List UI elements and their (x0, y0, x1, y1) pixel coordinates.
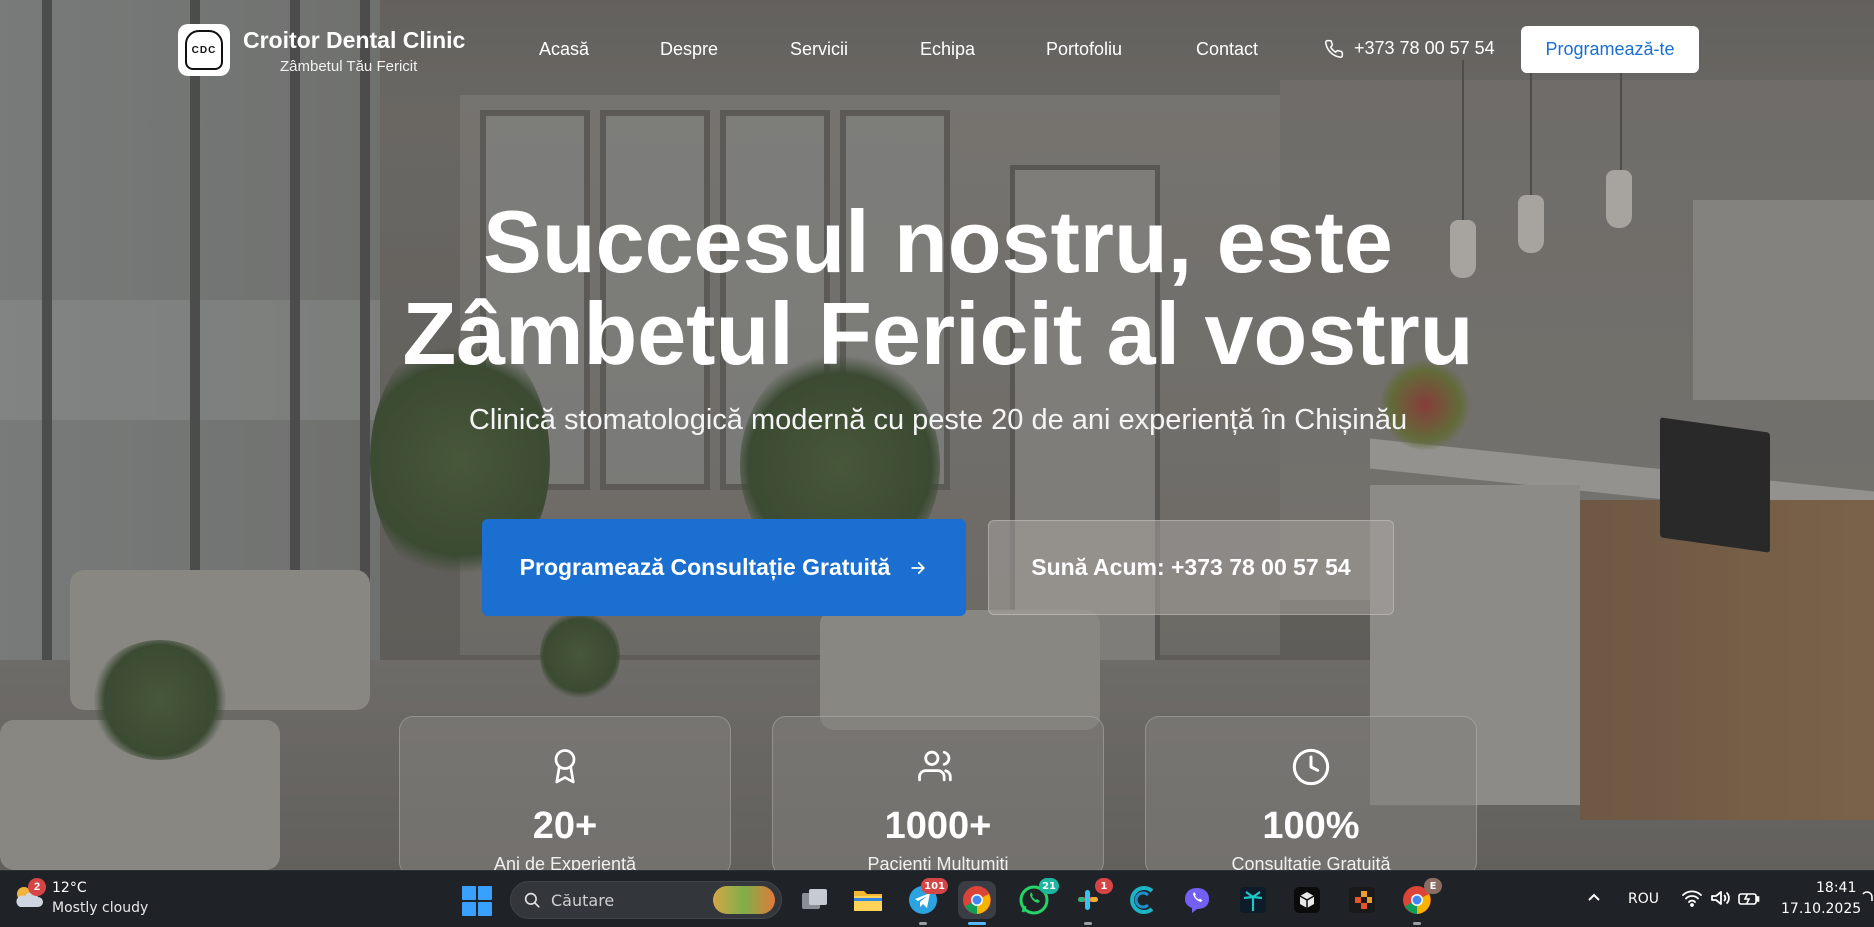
logo-text: CDC (191, 44, 217, 56)
whatsapp-badge: 21 (1039, 878, 1059, 894)
wifi-icon[interactable] (1682, 889, 1702, 911)
taskbar-search[interactable]: Căutare (510, 881, 782, 919)
app-cube-icon[interactable] (1288, 881, 1326, 919)
search-highlight-image (713, 886, 775, 914)
clock-date[interactable]: 17.10.2025 (1781, 901, 1861, 917)
stat-card-consultation: 100% Consultație Gratuită (1145, 716, 1477, 876)
award-icon (547, 747, 583, 792)
file-explorer-icon[interactable] (849, 881, 887, 919)
tooth-logo-icon: CDC (185, 30, 223, 70)
weather-desc[interactable]: Mostly cloudy (52, 900, 148, 916)
running-indicator (1084, 922, 1092, 925)
site-header: CDC Croitor Dental Clinic Zâmbetul Tău F… (0, 0, 1874, 100)
nav-despre[interactable]: Despre (660, 39, 718, 60)
telegram-icon[interactable]: 101 (904, 878, 948, 925)
header-phone-number: +373 78 00 57 54 (1354, 38, 1495, 58)
nav-echipa[interactable]: Echipa (920, 39, 975, 60)
stat-value: 20+ (532, 805, 598, 847)
slack-badge: 1 (1095, 878, 1113, 894)
running-indicator (1413, 922, 1421, 925)
start-tile (462, 886, 476, 900)
chevron-up-icon[interactable] (1586, 889, 1602, 909)
active-indicator (968, 922, 986, 925)
call-now-button[interactable]: Sună Acum: +373 78 00 57 54 (988, 520, 1394, 615)
notification-bell-icon[interactable] (1862, 889, 1874, 911)
weather-badge: 2 (28, 878, 46, 896)
brand-tagline: Zâmbetul Tău Fericit (280, 58, 418, 75)
running-indicator (919, 922, 927, 925)
nav-portofoliu[interactable]: Portofoliu (1046, 39, 1122, 60)
windows-taskbar: 2 12°C Mostly cloudy Căutare 101 21 1 E … (0, 870, 1874, 927)
hero-headline-line2: Zâmbetul Fericit al vostru (402, 284, 1474, 383)
brand-name[interactable]: Croitor Dental Clinic (243, 27, 465, 54)
language-indicator[interactable]: ROU (1628, 891, 1659, 907)
slack-icon[interactable]: 1 (1069, 878, 1113, 925)
free-consultation-button[interactable]: Programează Consultație Gratuită (482, 519, 966, 616)
app-wave-icon[interactable] (1124, 881, 1162, 919)
weather-temp[interactable]: 12°C (52, 880, 87, 896)
start-tile (478, 886, 492, 900)
chrome-profile-badge: E (1424, 878, 1442, 894)
hero-subline: Clinică stomatologică modernă cu peste 2… (468, 404, 1408, 436)
task-view-icon[interactable] (796, 881, 834, 919)
nav-servicii[interactable]: Servicii (790, 39, 848, 60)
app-palm-icon[interactable] (1234, 881, 1272, 919)
whatsapp-icon[interactable]: 21 (1015, 878, 1059, 919)
clock-time[interactable]: 18:41 (1816, 880, 1856, 896)
nav-contact[interactable]: Contact (1196, 39, 1258, 60)
arrow-right-icon (911, 561, 926, 574)
clock-icon (1291, 747, 1331, 792)
users-icon (918, 747, 958, 790)
hero-headline: Succesul nostru, este Zâmbetul Fericit a… (300, 196, 1576, 380)
start-button[interactable] (462, 886, 492, 916)
book-appointment-button[interactable]: Programează-te (1521, 26, 1699, 73)
stat-card-experience: 20+ Ani de Experiență (399, 716, 731, 876)
telegram-badge: 101 (921, 878, 948, 894)
search-placeholder: Căutare (551, 890, 615, 910)
chrome-profile-icon[interactable]: E (1398, 878, 1442, 925)
battery-icon[interactable] (1738, 889, 1760, 911)
volume-icon[interactable] (1710, 889, 1730, 911)
phone-icon (1325, 39, 1344, 58)
stat-card-patients: 1000+ Pacienți Mulțumiți (772, 716, 1104, 876)
app-blocks-icon[interactable] (1343, 881, 1381, 919)
nav-acasa[interactable]: Acasă (539, 39, 589, 60)
search-icon (524, 892, 540, 908)
hero-headline-line1: Succesul nostru, este (483, 192, 1393, 291)
free-consultation-label: Programează Consultație Gratuită (519, 554, 891, 580)
header-phone[interactable]: +373 78 00 57 54 (1324, 38, 1495, 59)
viber-icon[interactable] (1178, 881, 1216, 919)
start-tile (478, 902, 492, 916)
start-tile (462, 902, 476, 916)
clinic-logo[interactable]: CDC (178, 24, 230, 76)
stat-value: 1000+ (884, 805, 992, 847)
chrome-icon[interactable] (958, 881, 996, 925)
stat-value: 100% (1262, 805, 1360, 847)
